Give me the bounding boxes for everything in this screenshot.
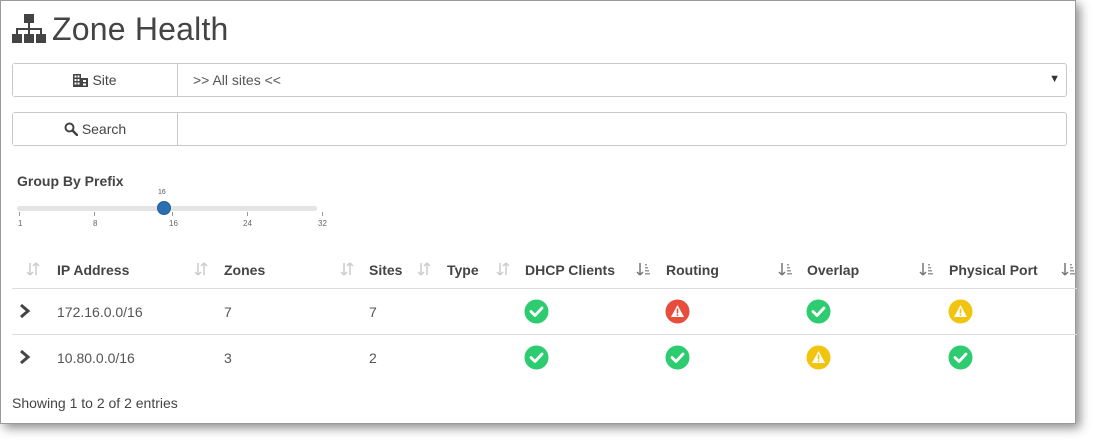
search-input[interactable] <box>178 113 1066 145</box>
column-header-zones[interactable]: Zones <box>224 262 265 278</box>
search-button[interactable]: Search <box>13 113 178 145</box>
sort-both-icon[interactable] <box>194 262 208 276</box>
column-header-overlap[interactable]: Overlap <box>807 262 859 278</box>
column-header-dhcp-clients[interactable]: DHCP Clients <box>525 262 615 278</box>
chevron-right-icon[interactable] <box>18 303 32 319</box>
group-by-prefix-slider[interactable]: 16 1 8 16 24 32 <box>17 189 329 233</box>
zone-health-table: IP Address Zones Sites Type DHCP Clients… <box>12 253 1077 381</box>
cell-zones: 3 <box>224 350 232 366</box>
slider-tick <box>247 212 248 216</box>
column-header-routing[interactable]: Routing <box>666 262 719 278</box>
site-label-text: Site <box>92 72 117 88</box>
sort-both-icon[interactable] <box>417 262 431 276</box>
site-filter: Site >> All sites << ▼ <box>12 63 1067 97</box>
slider-tick <box>172 212 173 216</box>
slider-tick-label: 1 <box>18 219 23 228</box>
building-icon <box>73 73 89 87</box>
sort-both-icon[interactable] <box>496 262 510 276</box>
sitemap-icon <box>12 13 46 45</box>
warning-circle-icon <box>948 299 973 324</box>
chevron-right-icon[interactable] <box>18 349 32 365</box>
slider-value-label: 16 <box>158 189 166 196</box>
caret-down-icon: ▼ <box>1049 73 1060 85</box>
search-label-text: Search <box>81 121 127 137</box>
site-select-value: >> All sites << <box>193 72 281 88</box>
slider-tick <box>322 212 323 216</box>
warning-circle-icon <box>806 345 831 370</box>
site-filter-label[interactable]: Site <box>13 64 178 96</box>
warning-circle-icon <box>665 299 690 324</box>
sort-both-icon[interactable] <box>26 262 40 276</box>
page-header: Zone Health <box>12 9 229 49</box>
slider-handle[interactable] <box>157 201 171 215</box>
check-circle-icon <box>524 345 549 370</box>
search-icon <box>64 122 78 136</box>
cell-sites: 7 <box>369 304 377 320</box>
cell-ip-address: 172.16.0.0/16 <box>57 304 143 320</box>
slider-tick <box>19 212 20 216</box>
zone-health-panel: Zone Health Site >> All sites << ▼ Searc… <box>0 0 1077 424</box>
sort-desc-icon[interactable] <box>636 262 650 276</box>
table-info: Showing 1 to 2 of 2 entries <box>12 395 178 411</box>
site-select[interactable]: >> All sites << ▼ <box>178 64 1066 96</box>
search-filter: Search <box>12 112 1067 146</box>
sort-desc-icon[interactable] <box>919 262 933 276</box>
cell-sites: 2 <box>369 350 377 366</box>
slider-tick-label: 8 <box>93 219 98 228</box>
cell-ip-address: 10.80.0.0/16 <box>57 350 135 366</box>
slider-tick-label: 32 <box>318 219 327 228</box>
check-circle-icon <box>665 345 690 370</box>
check-circle-icon <box>948 345 973 370</box>
sort-desc-icon[interactable] <box>778 262 792 276</box>
table-row[interactable]: 10.80.0.0/16 3 2 <box>12 335 1077 381</box>
group-by-label: Group By Prefix <box>17 173 124 189</box>
table-header: IP Address Zones Sites Type DHCP Clients… <box>12 253 1077 289</box>
sort-both-icon[interactable] <box>340 262 354 276</box>
table-row[interactable]: 172.16.0.0/16 7 7 <box>12 289 1077 335</box>
column-header-physical-port[interactable]: Physical Port <box>949 262 1038 278</box>
slider-tick-label: 24 <box>243 219 252 228</box>
column-header-type[interactable]: Type <box>447 262 479 278</box>
column-header-ip-address[interactable]: IP Address <box>57 262 129 278</box>
slider-tick-label: 16 <box>169 219 178 228</box>
page-title: Zone Health <box>52 10 229 47</box>
slider-tick <box>94 212 95 216</box>
check-circle-icon <box>524 299 549 324</box>
column-header-sites[interactable]: Sites <box>369 262 402 278</box>
sort-desc-icon[interactable] <box>1061 262 1075 276</box>
check-circle-icon <box>806 299 831 324</box>
cell-zones: 7 <box>224 304 232 320</box>
